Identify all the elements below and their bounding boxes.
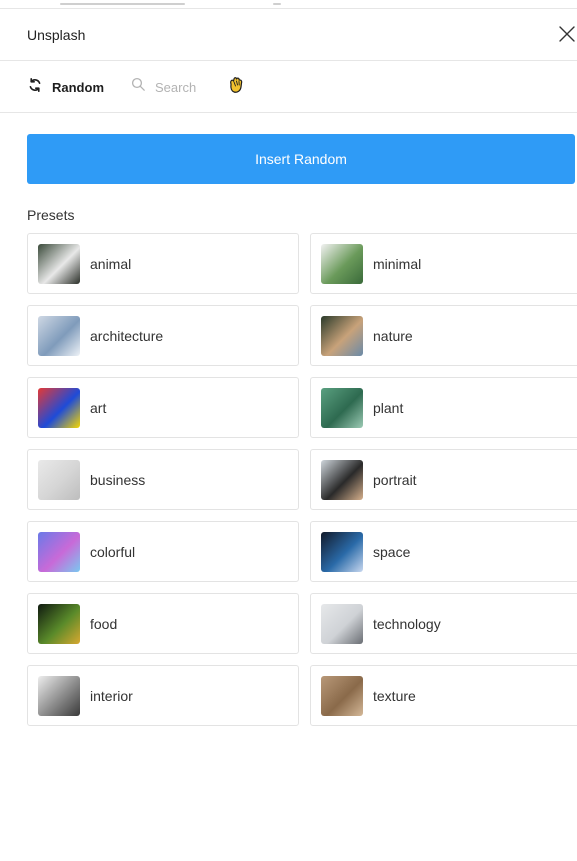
preset-label: texture: [373, 687, 416, 704]
plugin-title: Unsplash: [27, 27, 86, 43]
preset-card-business[interactable]: business: [27, 449, 299, 510]
preset-thumbnail: [321, 243, 363, 284]
preset-thumbnail: [38, 387, 80, 428]
search-tab[interactable]: Search: [131, 77, 196, 97]
random-tab-label: Random: [52, 79, 104, 95]
preset-card-animal[interactable]: animal: [27, 233, 299, 294]
preset-label: art: [90, 399, 107, 416]
preset-card-portrait[interactable]: portrait: [310, 449, 577, 510]
search-icon: [131, 77, 146, 97]
top-edge-fragment: [273, 3, 281, 5]
close-icon[interactable]: [557, 24, 577, 44]
preset-label: technology: [373, 615, 441, 632]
preset-label: food: [90, 615, 118, 632]
refresh-icon: [27, 77, 43, 98]
preset-label: architecture: [90, 327, 164, 344]
preset-label: nature: [373, 327, 413, 344]
preset-card-minimal[interactable]: minimal: [310, 233, 577, 294]
preset-thumbnail: [321, 459, 363, 500]
preset-label: animal: [90, 255, 132, 272]
preset-card-space[interactable]: space: [310, 521, 577, 582]
search-tab-label: Search: [155, 79, 197, 95]
preset-label: minimal: [373, 255, 422, 272]
preset-card-technology[interactable]: technology: [310, 593, 577, 654]
window-top-edge: [0, 0, 577, 9]
preset-label: space: [373, 543, 411, 560]
preset-thumbnail: [38, 675, 80, 716]
preset-thumbnail: [321, 675, 363, 716]
preset-label: business: [90, 471, 146, 488]
hand-wave-tab[interactable]: [226, 75, 246, 100]
plugin-toolbar: Random Search: [0, 62, 577, 113]
preset-thumbnail: [38, 315, 80, 356]
preset-thumbnail: [321, 531, 363, 572]
preset-label: plant: [373, 399, 404, 416]
preset-label: interior: [90, 687, 133, 704]
preset-card-texture[interactable]: texture: [310, 665, 577, 726]
waving-hand-icon: [226, 75, 246, 100]
preset-card-nature[interactable]: nature: [310, 305, 577, 366]
preset-thumbnail: [38, 459, 80, 500]
preset-card-art[interactable]: art: [27, 377, 299, 438]
preset-thumbnail: [321, 603, 363, 644]
preset-card-colorful[interactable]: colorful: [27, 521, 299, 582]
preset-card-interior[interactable]: interior: [27, 665, 299, 726]
preset-card-plant[interactable]: plant: [310, 377, 577, 438]
preset-thumbnail: [38, 603, 80, 644]
preset-label: portrait: [373, 471, 417, 488]
preset-thumbnail: [38, 243, 80, 284]
preset-thumbnail: [321, 315, 363, 356]
presets-heading: Presets: [27, 207, 75, 223]
top-edge-fragment: [60, 3, 185, 5]
preset-thumbnail: [38, 531, 80, 572]
preset-card-architecture[interactable]: architecture: [27, 305, 299, 366]
insert-random-button[interactable]: Insert Random: [27, 134, 575, 184]
preset-thumbnail: [321, 387, 363, 428]
random-tab[interactable]: Random: [27, 77, 104, 97]
preset-card-food[interactable]: food: [27, 593, 299, 654]
preset-label: colorful: [90, 543, 136, 560]
plugin-header: Unsplash: [0, 10, 577, 61]
